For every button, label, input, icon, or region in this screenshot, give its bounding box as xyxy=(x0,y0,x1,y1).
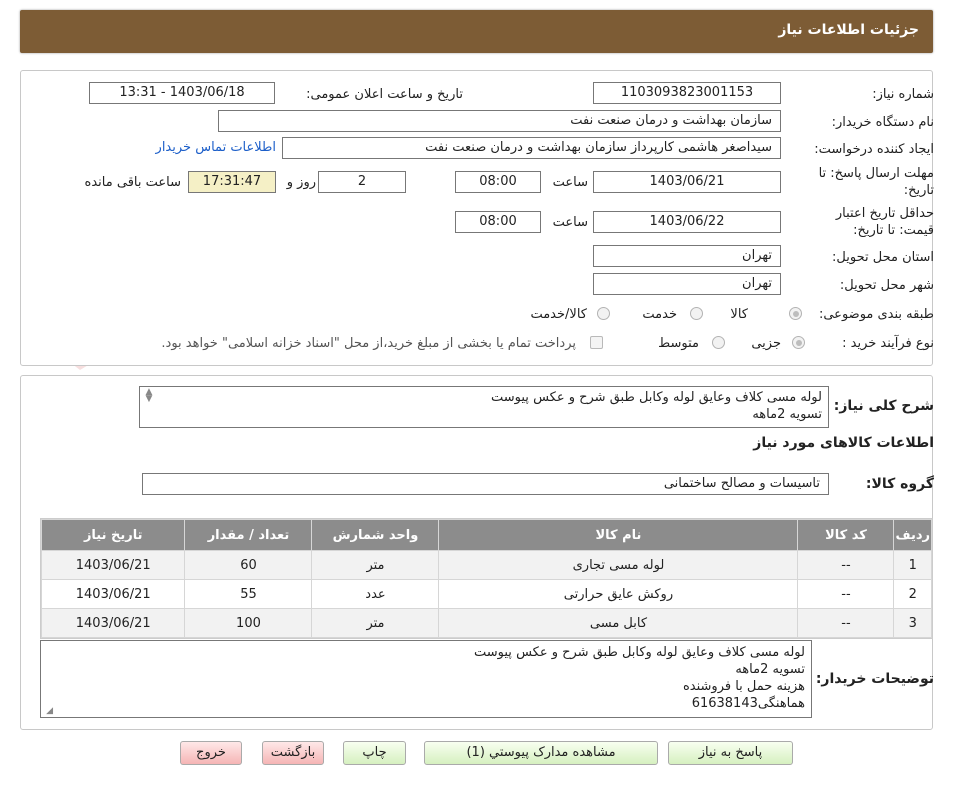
summary-textarea[interactable]: لوله مسی کلاف وعایق لوله وکابل طبق شرح و… xyxy=(139,386,829,428)
notes-line-1: لوله مسی کلاف وعایق لوله وکابل طبق شرح و… xyxy=(474,645,805,660)
col-need-date: تاریخ نیاز xyxy=(40,519,186,551)
notes-line-4: هماهنگی61638143 xyxy=(691,696,805,711)
cell-unit: عدد xyxy=(311,579,440,609)
print-button[interactable]: چاپ xyxy=(343,741,406,765)
buyer-notes-textarea[interactable]: لوله مسی کلاف وعایق لوله وکابل طبق شرح و… xyxy=(40,640,812,718)
cell-unit: متر xyxy=(311,550,440,580)
reply-button[interactable]: پاسخ به نیاز xyxy=(668,741,793,765)
cell-need-date: 1403/06/21 xyxy=(40,550,186,580)
process-medium-radio[interactable] xyxy=(712,336,725,349)
col-row-number: ردیف xyxy=(893,519,932,551)
process-label: نوع فرآیند خرید : xyxy=(842,336,934,351)
treasury-payment-checkbox[interactable] xyxy=(590,336,603,349)
cell-row-number: 2 xyxy=(893,579,932,609)
need-number-field: 1103093823001153 xyxy=(593,82,781,104)
validity-time-field: 08:00 xyxy=(455,211,541,233)
process-medium-label: متوسط xyxy=(658,336,699,351)
col-item-name: نام کالا xyxy=(438,519,799,551)
city-field: تهران xyxy=(593,273,781,295)
buyer-org-field: سازمان بهداشت و درمان صنعت نفت xyxy=(218,110,781,132)
page-header: جزئیات اطلاعات نیاز xyxy=(20,10,933,53)
deadline-label: مهلت ارسال پاسخ: تا xyxy=(818,166,934,181)
goods-group-label: گروه کالا: xyxy=(865,476,934,492)
cell-quantity: 60 xyxy=(184,550,313,580)
category-service-radio[interactable] xyxy=(690,307,703,320)
buyer-contact-link[interactable]: اطلاعات تماس خریدار xyxy=(156,140,276,155)
category-goods-radio[interactable] xyxy=(789,307,802,320)
table-row: 1 -- لوله مسی تجاری متر 60 1403/06/21 xyxy=(40,550,932,580)
page-title: جزئیات اطلاعات نیاز xyxy=(778,22,919,38)
deadline-label-line2: تاریخ: xyxy=(903,183,934,198)
remaining-time-field: 17:31:47 xyxy=(188,171,276,193)
items-table: ردیف کد کالا نام کالا واحد شمارش تعداد /… xyxy=(40,518,933,639)
back-button[interactable]: بازگشت xyxy=(262,741,324,765)
table-row: 2 -- روکش عایق حرارتی عدد 55 1403/06/21 xyxy=(40,579,932,609)
cell-item-name: کابل مسی xyxy=(438,608,799,638)
cell-quantity: 100 xyxy=(184,608,313,638)
cell-need-date: 1403/06/21 xyxy=(40,608,186,638)
notes-line-2: تسویه 2ماهه xyxy=(735,662,805,677)
resize-grip-icon[interactable]: ◢ xyxy=(43,706,53,716)
cell-item-name: روکش عایق حرارتی xyxy=(438,579,799,609)
view-attachments-button[interactable]: مشاهده مدارک پیوستي (1) xyxy=(424,741,658,765)
days-remaining-field: 2 xyxy=(318,171,406,193)
process-minor-label: جزیی xyxy=(751,336,781,351)
col-item-code: کد کالا xyxy=(797,519,895,551)
category-goods-service-label: کالا/خدمت xyxy=(530,307,587,322)
validity-date-field: 1403/06/22 xyxy=(593,211,781,233)
category-goods-service-radio[interactable] xyxy=(597,307,610,320)
validity-label-line2: قیمت: تا تاریخ: xyxy=(853,223,934,238)
summary-line-2: تسویه 2ماهه xyxy=(752,407,822,422)
deadline-time-label: ساعت xyxy=(552,175,588,190)
announce-date-field: 1403/06/18 - 13:31 xyxy=(89,82,275,104)
province-label: استان محل تحویل: xyxy=(832,250,934,265)
category-service-label: خدمت xyxy=(642,307,677,322)
notes-line-3: هزینه حمل با فروشنده xyxy=(682,679,805,694)
cell-row-number: 3 xyxy=(893,608,932,638)
cell-item-name: لوله مسی تجاری xyxy=(438,550,799,580)
requester-field: سیداصغر هاشمی کارپرداز سازمان بهداشت و د… xyxy=(282,137,781,159)
items-table-header: ردیف کد کالا نام کالا واحد شمارش تعداد /… xyxy=(40,519,932,551)
treasury-payment-note: پرداخت تمام یا بخشی از مبلغ خرید،از محل … xyxy=(161,336,576,351)
cell-quantity: 55 xyxy=(184,579,313,609)
validity-time-label: ساعت xyxy=(552,215,588,230)
buyer-org-label: نام دستگاه خریدار: xyxy=(831,115,934,130)
cell-unit: متر xyxy=(311,608,440,638)
summary-label: شرح کلی نیاز: xyxy=(833,398,934,414)
category-goods-label: کالا xyxy=(730,307,748,322)
col-quantity: تعداد / مقدار xyxy=(184,519,313,551)
cell-need-date: 1403/06/21 xyxy=(40,579,186,609)
cell-item-code: -- xyxy=(797,608,895,638)
days-label: روز و xyxy=(286,175,316,190)
goods-group-field: تاسیسات و مصالح ساختمانی xyxy=(142,473,829,495)
cell-item-code: -- xyxy=(797,550,895,580)
city-label: شهر محل تحویل: xyxy=(839,278,934,293)
validity-label: حداقل تاریخ اعتبار xyxy=(835,206,934,221)
need-number-label: شماره نیاز: xyxy=(872,87,934,102)
table-row: 3 -- کابل مسی متر 100 1403/06/21 xyxy=(40,608,932,638)
province-field: تهران xyxy=(593,245,781,267)
summary-line-1: لوله مسی کلاف وعایق لوله وکابل طبق شرح و… xyxy=(491,390,822,405)
col-unit: واحد شمارش xyxy=(311,519,440,551)
process-minor-radio[interactable] xyxy=(792,336,805,349)
exit-button[interactable]: خروج xyxy=(180,741,242,765)
requester-label: ایجاد کننده درخواست: xyxy=(814,142,934,157)
summary-scroll-icon[interactable]: ▲ ▼ xyxy=(142,388,156,404)
buyer-notes-label: توضیحات خریدار: xyxy=(815,671,934,687)
items-title: اطلاعات کالاهای مورد نیاز xyxy=(753,435,934,451)
cell-item-code: -- xyxy=(797,579,895,609)
deadline-date-field: 1403/06/21 xyxy=(593,171,781,193)
category-label: طبقه بندی موضوعی: xyxy=(818,307,934,322)
announce-date-label: تاریخ و ساعت اعلان عمومی: xyxy=(306,87,463,102)
cell-row-number: 1 xyxy=(893,550,932,580)
remaining-time-label: ساعت باقی مانده xyxy=(84,175,181,190)
deadline-time-field: 08:00 xyxy=(455,171,541,193)
